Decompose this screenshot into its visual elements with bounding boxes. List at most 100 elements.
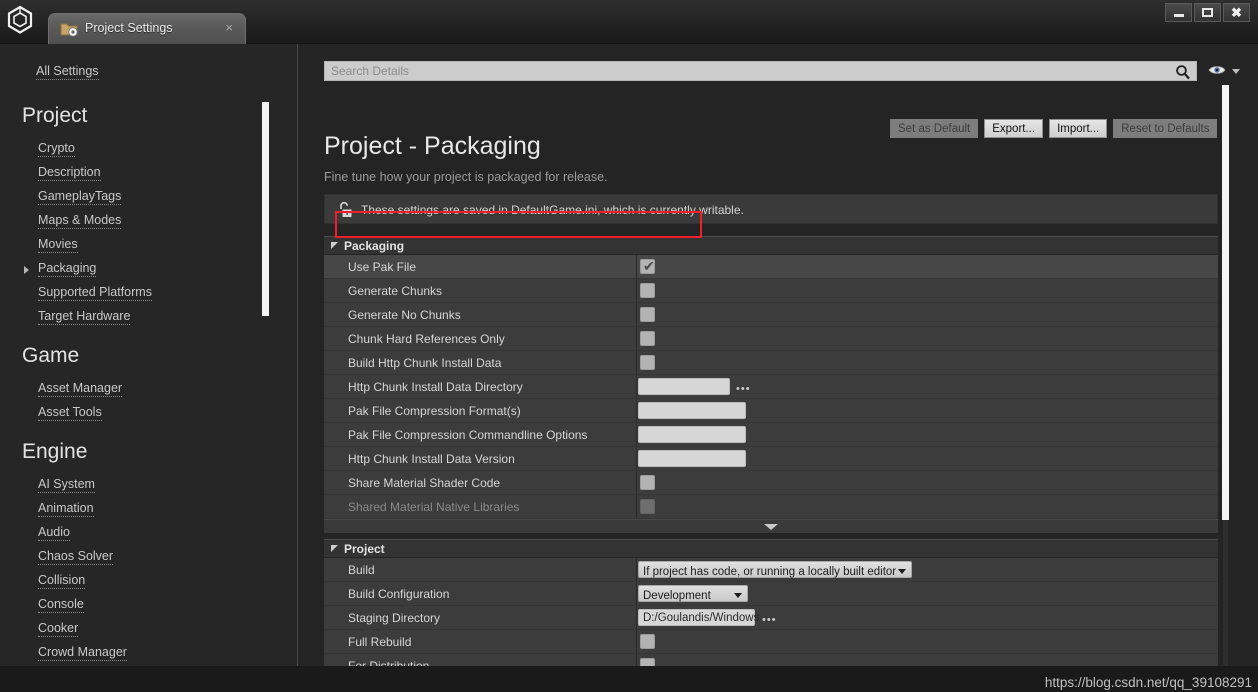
sidebar-item-label: Audio	[38, 525, 70, 541]
sidebar-item-gameplaytags[interactable]: GameplayTags	[0, 184, 298, 208]
sidebar-item-asset-tools[interactable]: Asset Tools	[0, 400, 298, 424]
setting-label: Generate No Chunks	[348, 308, 461, 322]
sidebar-item-target-hardware[interactable]: Target Hardware	[0, 304, 298, 328]
sidebar-item-animation[interactable]: Animation	[0, 496, 298, 520]
details-scrollbar[interactable]	[1222, 85, 1229, 520]
sidebar-item-label: Asset Tools	[38, 405, 102, 421]
chevron-right-icon[interactable]	[24, 266, 29, 274]
checkbox[interactable]	[640, 331, 655, 346]
close-icon: ✖	[1231, 5, 1242, 20]
text-field[interactable]	[638, 378, 730, 395]
set-as-default-button: Set as Default	[890, 119, 979, 138]
setting-row: Pak File Compression Commandline Options	[324, 423, 1218, 447]
import-button[interactable]: Import...	[1049, 119, 1108, 138]
unlocked-padlock-icon	[337, 201, 354, 224]
section-rows: Use Pak File ✔ Generate Chunks Generate No …	[324, 255, 1218, 519]
setting-row: Full Rebuild	[324, 630, 1218, 654]
browse-button[interactable]: •••	[736, 383, 751, 395]
setting-row: Use Pak File ✔	[324, 255, 1218, 279]
setting-row: Build If project has code, or running a l…	[324, 558, 1218, 582]
sidebar-item-ai-system[interactable]: AI System	[0, 472, 298, 496]
section-header-project[interactable]: Project	[324, 539, 1218, 557]
chevron-down-icon[interactable]	[331, 545, 338, 552]
settings-sidebar[interactable]: All Settings Project Crypto Description Game…	[0, 44, 298, 692]
checkbox[interactable]: ✔	[640, 259, 655, 274]
setting-label: Use Pak File	[348, 260, 417, 274]
sidebar-item-maps-modes[interactable]: Maps & Modes	[0, 208, 298, 232]
sidebar-item-label: Description	[38, 165, 101, 181]
sidebar-item-label: Asset Manager	[38, 381, 123, 397]
sidebar-item-audio[interactable]: Audio	[0, 520, 298, 544]
column-divider	[636, 303, 637, 326]
checkbox[interactable]	[640, 307, 655, 322]
dropdown[interactable]: If project has code, or running a locall…	[638, 561, 912, 578]
setting-label: Pak File Compression Commandline Options	[348, 428, 588, 442]
expand-more-icon	[764, 524, 778, 530]
title-bar: Project Settings × ✖	[0, 0, 1258, 44]
ini-writable-info-bar: These settings are saved in DefaultGame.…	[324, 194, 1218, 224]
sidebar-item-description[interactable]: Description	[0, 160, 298, 184]
chevron-down-icon[interactable]	[1232, 69, 1240, 74]
search-input[interactable]	[325, 62, 1170, 80]
sidebar-item-collision[interactable]: Collision	[0, 568, 298, 592]
sidebar-item-chaos-solver[interactable]: Chaos Solver	[0, 544, 298, 568]
sidebar-item-crowd-manager[interactable]: Crowd Manager	[0, 640, 298, 664]
sidebar-item-cooker[interactable]: Cooker	[0, 616, 298, 640]
minimize-button[interactable]	[1165, 3, 1192, 22]
checkbox[interactable]	[640, 283, 655, 298]
page-subtitle: Fine tune how your project is packaged f…	[324, 170, 608, 184]
setting-label: Full Rebuild	[348, 635, 412, 649]
checkbox[interactable]	[640, 475, 655, 490]
export-button[interactable]: Export...	[984, 119, 1044, 138]
sidebar-item-console[interactable]: Console	[0, 592, 298, 616]
sidebar-item-packaging[interactable]: Packaging	[0, 256, 298, 280]
column-divider	[636, 495, 637, 518]
column-divider	[636, 255, 637, 278]
sidebar-item-supported-platforms[interactable]: Supported Platforms	[0, 280, 298, 304]
details-scroll-track[interactable]	[1223, 520, 1228, 670]
sidebar-item-asset-manager[interactable]: Asset Manager	[0, 376, 298, 400]
sidebar-item-label: Crowd Manager	[38, 645, 127, 661]
search-input-wrapper[interactable]	[324, 61, 1197, 81]
checkbox	[640, 499, 655, 514]
column-divider	[636, 471, 637, 494]
window-controls: ✖	[1165, 3, 1250, 22]
sidebar-item-label: Supported Platforms	[38, 285, 152, 301]
setting-label: Shared Material Native Libraries	[348, 500, 520, 514]
eye-icon[interactable]	[1208, 63, 1226, 82]
text-field[interactable]	[638, 402, 746, 419]
sidebar-section-title: Project	[22, 104, 88, 127]
dropdown[interactable]: Development	[638, 585, 748, 602]
setting-row: Http Chunk Install Data Directory •••	[324, 375, 1218, 399]
sidebar-item-label: All Settings	[36, 64, 99, 80]
chevron-down-icon[interactable]	[734, 593, 742, 598]
chevron-down-icon[interactable]	[898, 569, 906, 574]
sidebar-item-label: Chaos Solver	[38, 549, 114, 565]
sidebar-item-label: AI System	[38, 477, 95, 493]
sidebar-item-crypto[interactable]: Crypto	[0, 136, 298, 160]
text-field[interactable]	[638, 426, 746, 443]
setting-row: Share Material Shader Code	[324, 471, 1218, 495]
checkbox[interactable]	[640, 634, 655, 649]
tab-project-settings[interactable]: Project Settings ×	[48, 13, 246, 44]
setting-row: Build Configuration Development	[324, 582, 1218, 606]
close-button[interactable]: ✖	[1223, 3, 1250, 22]
text-field[interactable]: D:/Goulandis/Windows	[638, 609, 759, 626]
column-divider	[636, 375, 637, 398]
magnifier-icon[interactable]	[1175, 64, 1191, 85]
setting-row: Staging Directory D:/Goulandis/Windows •••	[324, 606, 1218, 630]
browse-button[interactable]: •••	[762, 614, 777, 626]
close-icon[interactable]: ×	[225, 21, 233, 35]
chevron-down-icon[interactable]	[331, 242, 338, 249]
column-divider	[636, 582, 637, 605]
section-header-packaging[interactable]: Packaging	[324, 236, 1218, 254]
sidebar-scrollbar[interactable]	[262, 102, 269, 316]
sidebar-item-all-settings[interactable]: All Settings	[0, 62, 298, 88]
maximize-button[interactable]	[1194, 3, 1221, 22]
expand-more-button[interactable]	[324, 519, 1218, 533]
section-title: Packaging	[344, 239, 405, 253]
text-field[interactable]	[638, 450, 746, 467]
column-divider	[636, 279, 637, 302]
sidebar-item-movies[interactable]: Movies	[0, 232, 298, 256]
checkbox[interactable]	[640, 355, 655, 370]
